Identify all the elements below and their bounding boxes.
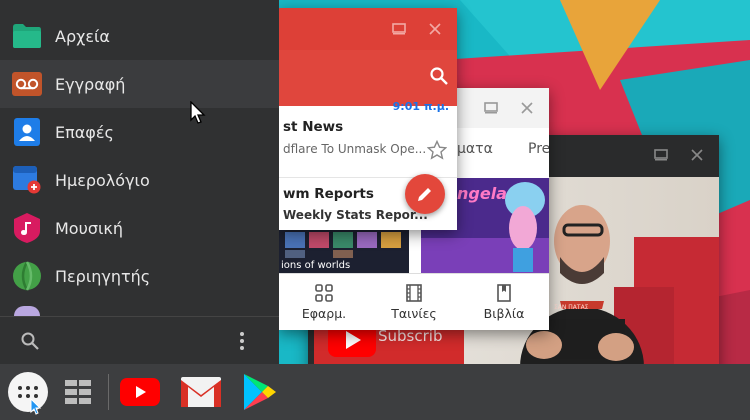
nav-movies[interactable]: Ταινίες (369, 274, 459, 330)
launcher-app-label: Ημερολόγιο (55, 170, 150, 190)
nav-books-label: Βιβλία (483, 305, 525, 321)
calendar-icon (12, 165, 42, 195)
music-icon (12, 213, 42, 243)
voice-recorder-icon (12, 69, 42, 99)
files-icon (12, 21, 42, 51)
shelf-gmail[interactable] (181, 372, 221, 412)
star-icon[interactable] (426, 139, 448, 164)
shelf-youtube[interactable] (120, 372, 160, 412)
browser-icon (12, 261, 42, 291)
email-row[interactable]: 9:01 π.μ. st News dflare To Unmask Ope..… (279, 100, 457, 178)
launcher-dots-icon (18, 386, 38, 398)
gmail-toolbar (279, 50, 457, 106)
close-icon[interactable] (683, 144, 711, 166)
launcher-app-label: Περιηγητής (55, 266, 151, 286)
launcher-app-label: Μουσική (55, 218, 123, 238)
maximize-icon[interactable] (647, 144, 675, 166)
game-title-overlay: ngela (457, 184, 507, 203)
gmail-icon (181, 377, 221, 407)
mouse-cursor (30, 398, 42, 415)
maximize-icon[interactable] (385, 18, 413, 40)
shelf-divider (108, 374, 109, 410)
email-snippet: Weekly Stats Repor... (283, 208, 428, 222)
search-icon[interactable] (429, 66, 449, 90)
launcher-app-label: Εγγραφή (55, 74, 126, 94)
launcher-app-music[interactable]: Μουσική (0, 204, 279, 252)
mouse-cursor (190, 101, 206, 124)
launcher-app-calendar[interactable]: Ημερολόγιο (0, 156, 279, 204)
gmail-titlebar[interactable] (279, 8, 457, 50)
play-store-icon (244, 374, 276, 410)
play-store-bottom-nav: Εφαρμ. Ταινίες Βιβλία (279, 273, 549, 330)
tab-premium[interactable]: Pre (528, 141, 549, 157)
shelf-play-store[interactable] (240, 372, 280, 412)
launcher-app-files[interactable]: Αρχεία (0, 12, 279, 60)
close-icon[interactable] (513, 97, 541, 119)
nav-apps[interactable]: Εφαρμ. (279, 274, 369, 330)
launcher-app-contacts[interactable]: Επαφές (0, 108, 279, 156)
more-vertical-icon[interactable] (238, 331, 246, 355)
contacts-icon (12, 117, 42, 147)
app-launcher: Αρχεία Εγγραφή Επαφές Ημερολόγιο Μουσική… (0, 0, 279, 364)
launcher-app-label: Αρχεία (55, 26, 110, 46)
youtube-icon (120, 378, 160, 406)
gmail-window[interactable]: 9:01 π.μ. st News dflare To Unmask Ope..… (279, 8, 457, 230)
launcher-app-recorder[interactable]: Εγγραφή (0, 60, 279, 108)
window-grid-icon (65, 380, 91, 404)
apps-grid-icon (315, 283, 333, 302)
maximize-icon[interactable] (477, 97, 505, 119)
launcher-app-label: Επαφές (55, 122, 114, 142)
nav-movies-label: Ταινίες (391, 305, 437, 321)
overview-button[interactable] (58, 372, 98, 412)
email-time: 9:01 π.μ. (392, 100, 449, 113)
close-icon[interactable] (421, 18, 449, 40)
pencil-icon (418, 188, 431, 201)
email-sender: wm Reports (283, 186, 374, 202)
email-sender: st News (283, 119, 344, 135)
thumbnail-caption: ions of worlds (281, 260, 351, 271)
launcher-button[interactable] (8, 372, 48, 412)
search-icon[interactable] (20, 331, 40, 355)
movies-icon (406, 283, 422, 302)
nav-apps-label: Εφαρμ. (301, 305, 347, 321)
taskbar-shelf (0, 364, 750, 420)
launcher-search-bar[interactable] (0, 316, 279, 364)
partial-app-icon (14, 306, 40, 316)
nav-books[interactable]: Βιβλία (459, 274, 549, 330)
shirt-banner-text: ΣΑΝ ΠΑΤΑΣ (554, 304, 589, 311)
tab-movies-books[interactable]: ματα (457, 141, 493, 157)
compose-button[interactable] (405, 174, 445, 214)
launcher-app-browser[interactable]: Περιηγητής (0, 252, 279, 300)
email-snippet: dflare To Unmask Ope... (283, 142, 427, 156)
books-icon (497, 283, 511, 302)
